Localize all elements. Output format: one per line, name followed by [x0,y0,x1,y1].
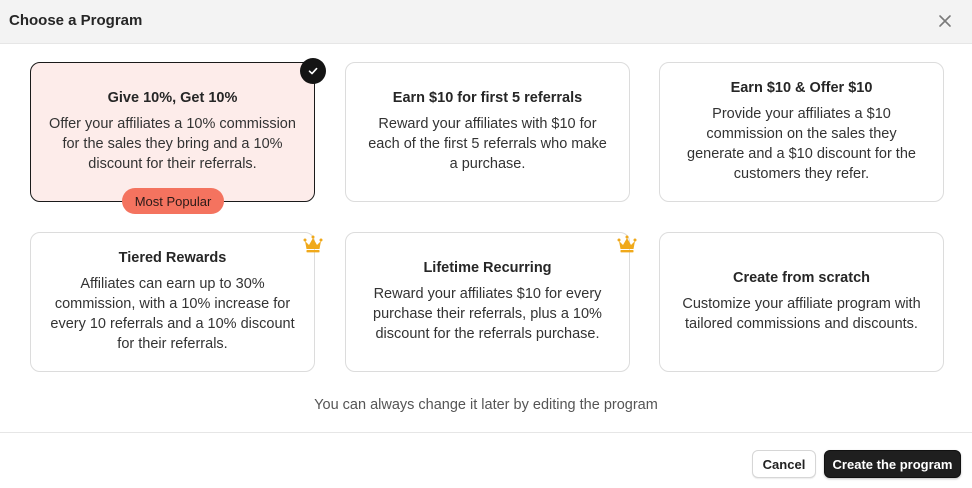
program-card-title: Create from scratch [733,270,870,286]
program-card-description: Provide your affiliates a $10 commission… [687,106,916,182]
close-icon[interactable] [936,12,954,30]
program-card-earn-10-offer-10[interactable]: Earn $10 & Offer $10 Provide your affili… [659,62,944,202]
program-card-description: Reward your affiliates $10 for every pur… [373,286,602,342]
dialog-footer: Cancel Create the program [0,432,972,488]
program-card-description: Affiliates can earn up to 30% commission… [50,276,295,352]
program-card-create-from-scratch[interactable]: Create from scratch Customize your affil… [659,232,944,372]
selected-check-icon [300,58,326,84]
program-card-title: Earn $10 & Offer $10 [730,80,873,96]
most-popular-badge: Most Popular [122,188,224,214]
program-card-description: Customize your affiliate program with ta… [682,296,921,332]
choose-program-dialog: Choose a Program Give 10%, Get 10% Offer… [0,0,972,488]
cancel-button[interactable]: Cancel [752,450,816,478]
program-card-tiered-rewards[interactable]: Tiered Rewards Affiliates can earn up to… [30,232,315,372]
program-card-description: Offer your affiliates a 10% commission f… [49,116,296,172]
edit-later-hint: You can always change it later by editin… [314,397,658,413]
program-card-description: Reward your affiliates with $10 for each… [368,116,607,172]
dialog-header: Choose a Program [0,0,972,44]
program-card-title: Earn $10 for first 5 referrals [392,90,583,106]
program-card-title: Give 10%, Get 10% [107,90,238,106]
program-card-earn-10-first-5[interactable]: Earn $10 for first 5 referrals Reward yo… [345,62,630,202]
program-card-title: Tiered Rewards [118,250,227,266]
create-program-button[interactable]: Create the program [824,450,961,478]
program-card-title: Lifetime Recurring [423,260,552,276]
program-card-give-10-get-10[interactable]: Give 10%, Get 10% Offer your affiliates … [30,62,315,202]
crown-icon [617,235,637,253]
dialog-title: Choose a Program [9,12,143,29]
crown-icon [303,235,323,253]
program-card-lifetime-recurring[interactable]: Lifetime Recurring Reward your affiliate… [345,232,630,372]
